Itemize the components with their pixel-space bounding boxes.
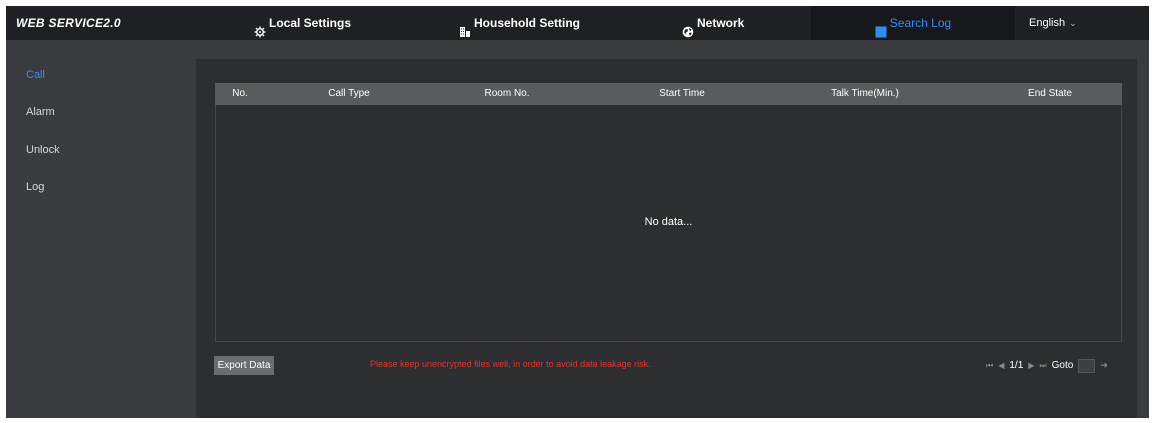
language-select[interactable]: English ⌄ <box>1029 6 1077 40</box>
nav-household-setting[interactable]: Household Setting <box>459 6 580 40</box>
sidebar-item-alarm[interactable]: Alarm <box>26 106 55 118</box>
go-arrow-icon[interactable]: ➜ <box>1100 360 1108 371</box>
nav-household-setting-label: Household Setting <box>474 16 580 30</box>
chevron-down-icon: ⌄ <box>1069 18 1077 28</box>
last-page-icon[interactable]: ⏭ <box>1039 361 1046 371</box>
data-leakage-warning: Please keep unencrypted files well, in o… <box>370 359 651 369</box>
page-info: 1/1 <box>1009 360 1024 371</box>
nav-local-settings-label: Local Settings <box>269 16 352 30</box>
column-header-end-state: End State <box>1028 88 1072 99</box>
column-header-call-type: Call Type <box>328 88 370 99</box>
column-header-no: No. <box>232 88 248 99</box>
table-body: No data... <box>215 105 1122 342</box>
nav-network-label: Network <box>697 16 745 30</box>
export-data-button[interactable]: Export Data <box>214 356 274 375</box>
call-log-panel: No. Call Type Room No. Start Time Talk T… <box>196 59 1137 418</box>
column-header-room-no: Room No. <box>484 88 530 99</box>
nav-search-log[interactable]: Search Log <box>811 6 1015 40</box>
search-log-icon <box>875 17 887 38</box>
goto-label: Goto <box>1051 360 1074 371</box>
prev-page-icon[interactable]: ◀ <box>998 361 1004 370</box>
column-header-talk-time: Talk Time(Min.) <box>831 88 899 99</box>
goto-page-input[interactable] <box>1078 358 1096 373</box>
empty-state-text: No data... <box>644 216 693 228</box>
sidebar-item-log[interactable]: Log <box>26 181 44 193</box>
building-icon <box>459 17 471 37</box>
sidebar-item-unlock[interactable]: Unlock <box>26 144 60 156</box>
sidebar: Call Alarm Unlock Log <box>6 40 186 418</box>
column-header-start-time: Start Time <box>659 88 705 99</box>
app-window: WEB SERVICE2.0 Local Settings Household … <box>6 6 1149 418</box>
sidebar-item-call[interactable]: Call <box>26 69 45 81</box>
globe-icon <box>682 17 694 38</box>
nav-search-log-label: Search Log <box>889 16 952 30</box>
gear-icon <box>254 17 266 38</box>
nav-local-settings[interactable]: Local Settings <box>254 6 351 40</box>
app-logo: WEB SERVICE2.0 <box>16 16 121 30</box>
pagination: ⏮ ◀ 1/1 ▶ ⏭ Goto ➜ <box>986 356 1108 375</box>
table-header: No. Call Type Room No. Start Time Talk T… <box>215 83 1122 105</box>
first-page-icon[interactable]: ⏮ <box>986 361 993 371</box>
nav-network[interactable]: Network <box>682 6 744 40</box>
next-page-icon[interactable]: ▶ <box>1028 361 1034 370</box>
language-label: English <box>1029 17 1066 29</box>
top-nav-bar: WEB SERVICE2.0 Local Settings Household … <box>6 6 1149 40</box>
